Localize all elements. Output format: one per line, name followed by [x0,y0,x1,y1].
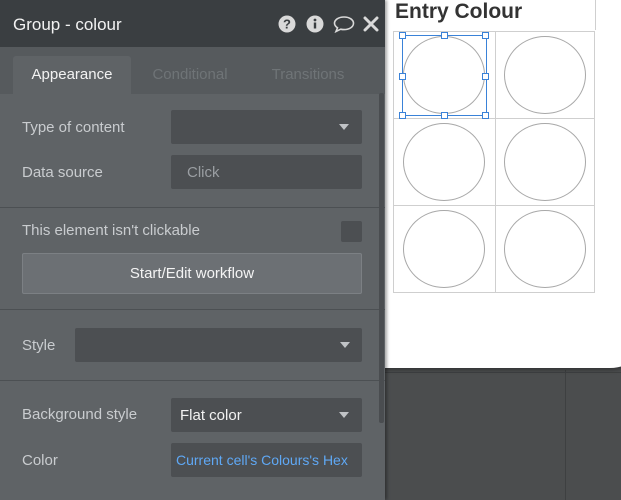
heading-divider [595,0,596,30]
section-divider [0,309,385,310]
not-clickable-label: This element isn't clickable [22,222,200,239]
tab-conditional[interactable]: Conditional [140,56,240,94]
property-editor-panel: Group - colour ? Appearance Conditional … [0,0,385,500]
resize-handle-right[interactable] [482,73,489,80]
colour-circle[interactable] [504,210,586,288]
resize-handle-bottom-right[interactable] [482,112,489,119]
style-dropdown[interactable] [75,328,362,362]
tab-bar: Appearance Conditional Transitions [0,47,385,94]
not-clickable-checkbox[interactable] [341,221,362,242]
close-icon[interactable] [363,15,379,33]
color-dynamic-field[interactable]: Current cell's Colours's Hex [171,443,362,477]
panel-header: Group - colour ? [0,0,385,47]
chevron-down-icon [339,124,349,130]
colour-circle[interactable] [403,210,485,288]
canvas-guide-line [565,370,566,500]
start-edit-workflow-button[interactable]: Start/Edit workflow [22,253,362,294]
selection-outline[interactable] [399,32,489,119]
panel-title: Group - colour [13,15,122,34]
color-label: Color [22,452,58,469]
tab-transitions[interactable]: Transitions [258,56,358,94]
group-colour-cell[interactable] [394,119,495,206]
resize-handle-bottom-left[interactable] [399,112,406,119]
data-source-placeholder: Click [187,164,220,181]
type-of-content-dropdown[interactable] [171,110,362,144]
resize-handle-top-left[interactable] [399,32,406,39]
group-colour-cell[interactable] [495,32,596,119]
color-dynamic-expression[interactable]: Current cell's Colours's Hex [176,452,348,468]
info-icon[interactable] [306,15,324,33]
chevron-down-icon [340,342,350,348]
background-style-label: Background style [22,406,138,423]
resize-handle-top-right[interactable] [482,32,489,39]
colour-circle[interactable] [504,123,586,201]
svg-text:?: ? [283,17,291,32]
section-divider [0,207,385,208]
panel-scrollbar[interactable] [379,93,384,423]
colour-circle[interactable] [403,123,485,201]
data-source-field[interactable]: Click [171,155,362,189]
comment-icon[interactable] [333,15,355,34]
colour-circle[interactable] [504,36,586,114]
resize-handle-left[interactable] [399,73,406,80]
group-colour-cell[interactable] [394,206,495,293]
background-style-value: Flat color [180,407,242,424]
tab-appearance[interactable]: Appearance [13,56,131,94]
page-heading[interactable]: Entry Colour [395,0,522,24]
background-style-dropdown[interactable]: Flat color [171,398,362,432]
style-label: Style [22,337,56,354]
canvas-guide-line [385,372,621,373]
question-icon[interactable]: ? [278,15,296,33]
resize-handle-bottom[interactable] [441,112,448,119]
resize-handle-top[interactable] [441,32,448,39]
data-source-label: Data source [22,164,103,181]
section-divider [0,380,385,381]
group-colour-cell[interactable] [495,206,596,293]
type-of-content-label: Type of content [22,119,125,136]
chevron-down-icon [339,412,349,418]
group-colour-cell[interactable] [495,119,596,206]
